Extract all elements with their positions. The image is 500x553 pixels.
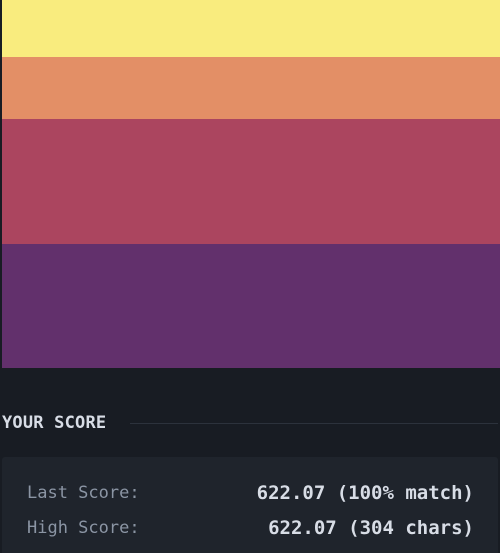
last-score-value: 622.07 (100% match) (256, 482, 474, 504)
stripe-purple (2, 244, 500, 368)
stripe-red (2, 119, 500, 244)
score-section-header: YOUR SCORE (2, 410, 498, 436)
last-score-row: Last Score: 622.07 (100% match) (27, 480, 474, 506)
score-panel: Last Score: 622.07 (100% match) High Sco… (2, 457, 498, 553)
heading-divider (130, 422, 498, 424)
high-score-label: High Score: (27, 518, 140, 538)
high-score-value: 622.07 (304 chars) (268, 517, 474, 539)
stripe-yellow (2, 0, 500, 57)
target-preview-canvas (2, 0, 500, 368)
score-heading: YOUR SCORE (2, 413, 107, 433)
last-score-label: Last Score: (27, 483, 140, 503)
high-score-row: High Score: 622.07 (304 chars) (27, 515, 474, 541)
stripe-orange (2, 57, 500, 119)
